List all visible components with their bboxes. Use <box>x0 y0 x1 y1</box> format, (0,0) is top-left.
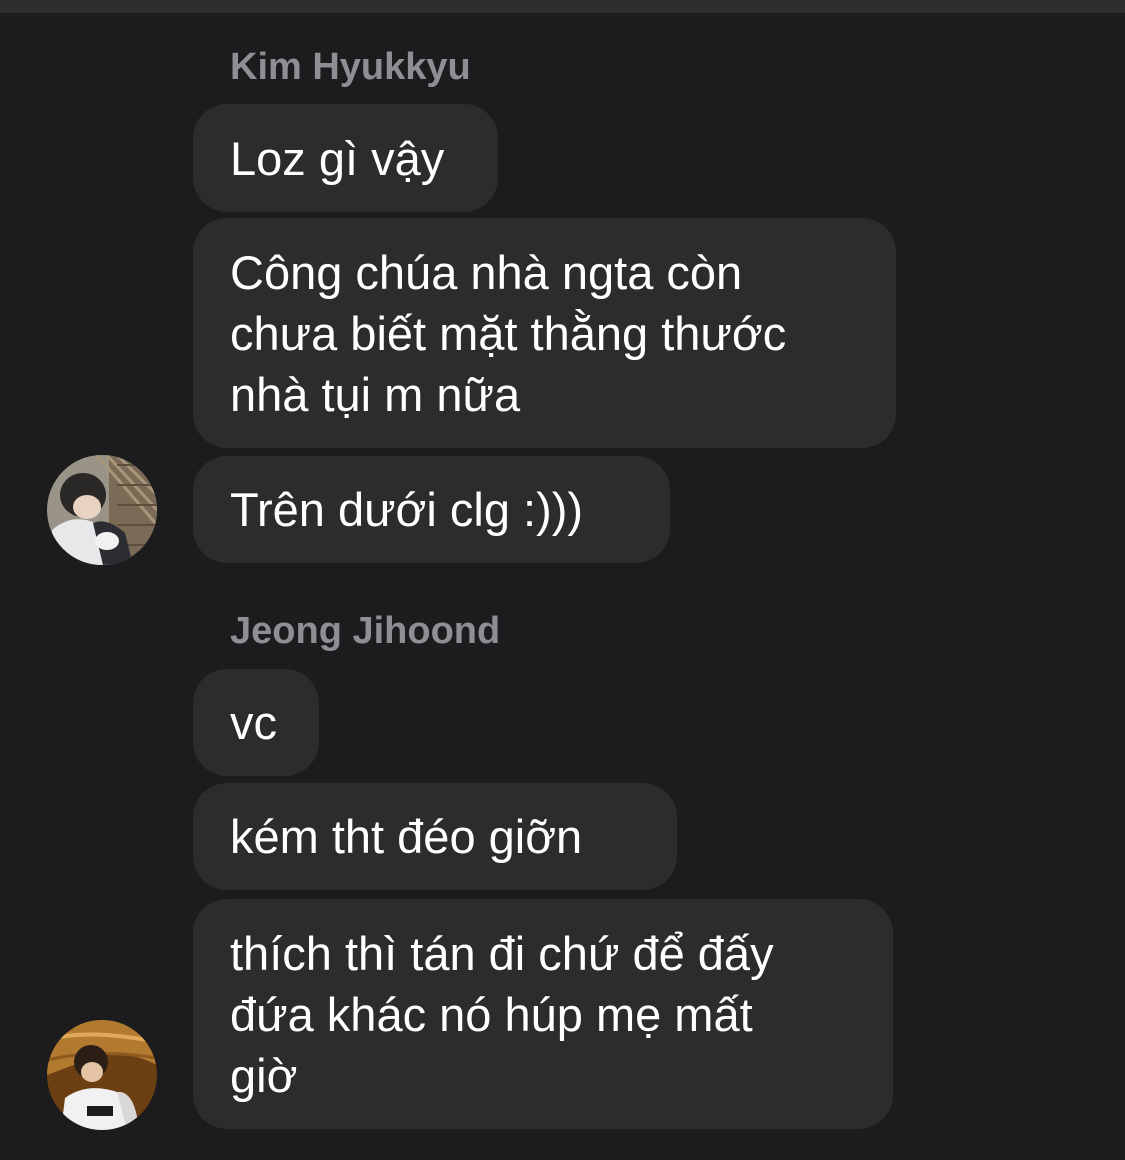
message-text: vc <box>230 696 277 749</box>
profile-photo-icon <box>47 1020 157 1130</box>
profile-photo-icon <box>47 455 157 565</box>
top-bar <box>0 0 1125 13</box>
message-text: kém tht đéo giỡn <box>230 810 583 863</box>
message-bubble[interactable]: vc <box>193 669 319 776</box>
sender-name: Jeong Jihoond <box>230 610 501 652</box>
avatar[interactable] <box>47 1020 157 1130</box>
sender-name: Kim Hyukkyu <box>230 46 471 88</box>
message-text: thích thì tán đi chứ để đấy đứa khác nó … <box>230 926 774 1102</box>
message-text: Loz gì vậy <box>230 131 445 185</box>
message-text: Trên dưới clg :))) <box>230 483 584 536</box>
message-bubble[interactable]: Loz gì vậy <box>193 104 498 212</box>
message-bubble[interactable]: thích thì tán đi chứ để đấy đứa khác nó … <box>193 899 893 1129</box>
message-bubble[interactable]: Trên dưới clg :))) <box>193 456 670 563</box>
message-bubble[interactable]: Công chúa nhà ngta còn chưa biết mặt thằ… <box>193 218 896 448</box>
avatar[interactable] <box>47 455 157 565</box>
message-bubble[interactable]: kém tht đéo giỡn <box>193 783 677 890</box>
message-text: Công chúa nhà ngta còn chưa biết mặt thằ… <box>230 245 787 421</box>
